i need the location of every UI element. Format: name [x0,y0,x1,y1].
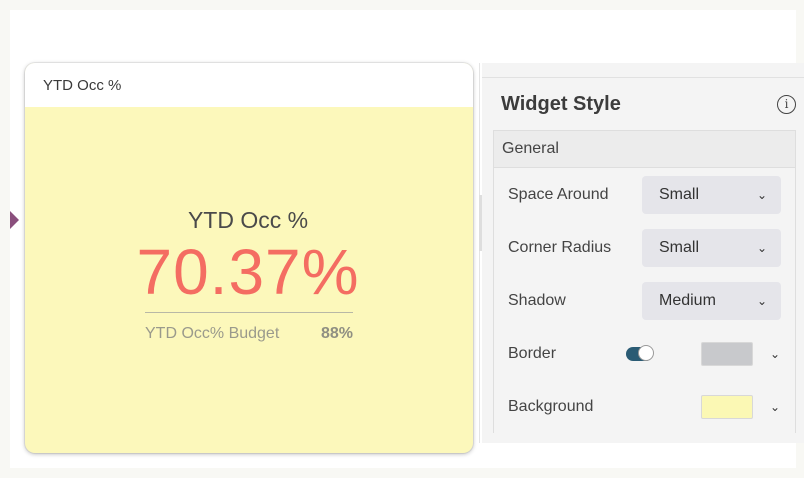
comparison-value: 88% [320,325,353,342]
kpi-divider [145,312,353,313]
kpi-value: 70.37% [136,236,360,308]
row-shadow: Shadow Medium ⌄ [494,274,795,327]
corner-radius-value: Small [659,238,700,256]
shadow-select[interactable]: Medium ⌄ [642,281,781,320]
section-general-header[interactable]: General [493,130,796,168]
chevron-down-icon: ⌄ [756,187,767,202]
widget-body: YTD Occ % 70.37% YTD Occ% Budget 88% [25,107,473,453]
chevron-down-icon[interactable]: ⌄ [769,347,781,361]
row-background: Background ⌄ [494,380,795,433]
chevron-down-icon: ⌄ [756,293,767,308]
border-label: Border [508,344,557,362]
widget-header: YTD Occ % [25,63,473,107]
row-border: Border ⌄ [494,327,795,380]
corner-radius-select[interactable]: Small ⌄ [642,228,781,267]
background-controls: ⌄ [701,394,781,419]
toggle-knob [638,344,654,361]
border-controls: ⌄ [626,341,781,366]
space-around-value: Small [659,185,700,203]
row-space-around: Space Around Small ⌄ [494,168,795,221]
widget-title: YTD Occ % [43,76,122,94]
panel-title-row: Widget Style i [482,78,804,130]
panel-top-border [482,63,804,78]
chevron-down-icon: ⌄ [756,240,767,255]
info-icon[interactable]: i [777,94,796,114]
settings-rows: Space Around Small ⌄ Corner Radius Small… [493,168,796,433]
space-around-select[interactable]: Small ⌄ [642,175,781,214]
panel-divider [479,63,480,443]
kpi-widget[interactable]: YTD Occ % YTD Occ % 70.37% YTD Occ% Budg… [25,63,473,453]
canvas: YTD Occ % YTD Occ % 70.37% YTD Occ% Budg… [10,10,804,468]
panel-title: Widget Style [501,92,621,115]
corner-radius-label: Corner Radius [508,238,612,256]
space-around-label: Space Around [508,185,609,203]
chevron-down-icon[interactable]: ⌄ [769,400,781,414]
kpi-label: YTD Occ % [187,207,309,233]
comparison-label: YTD Occ% Budget [145,325,280,342]
shadow-label: Shadow [508,291,566,309]
kpi-comparison: YTD Occ% Budget 88% [145,325,353,343]
background-color-swatch[interactable] [701,394,753,419]
widget-style-panel: Widget Style i General Space Around Smal… [482,63,804,443]
expand-left-arrow-icon[interactable] [10,211,19,229]
border-toggle[interactable] [626,344,654,361]
border-color-swatch[interactable] [701,341,753,366]
row-corner-radius: Corner Radius Small ⌄ [494,221,795,274]
shadow-value: Medium [659,291,716,309]
background-label: Background [508,397,594,415]
section-general-label: General [502,140,559,157]
